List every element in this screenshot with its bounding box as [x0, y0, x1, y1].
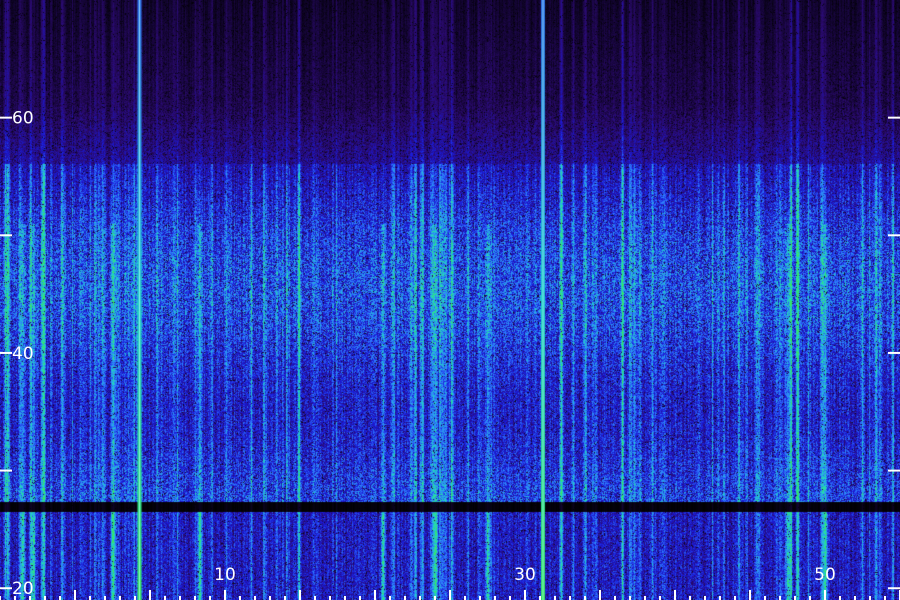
axes-overlay: 204060 10 30 50 — [0, 109, 900, 600]
y-tick-label: 40 — [12, 344, 34, 364]
y-axis-ticks: 204060 — [0, 109, 900, 599]
x-axis-ticks: 10 30 50 — [0, 565, 900, 600]
x-tick-label: 10 — [214, 565, 236, 585]
x-tick-label: 30 — [514, 565, 536, 585]
x-tick-label: 50 — [814, 565, 836, 585]
y-tick-label: 60 — [12, 109, 34, 129]
